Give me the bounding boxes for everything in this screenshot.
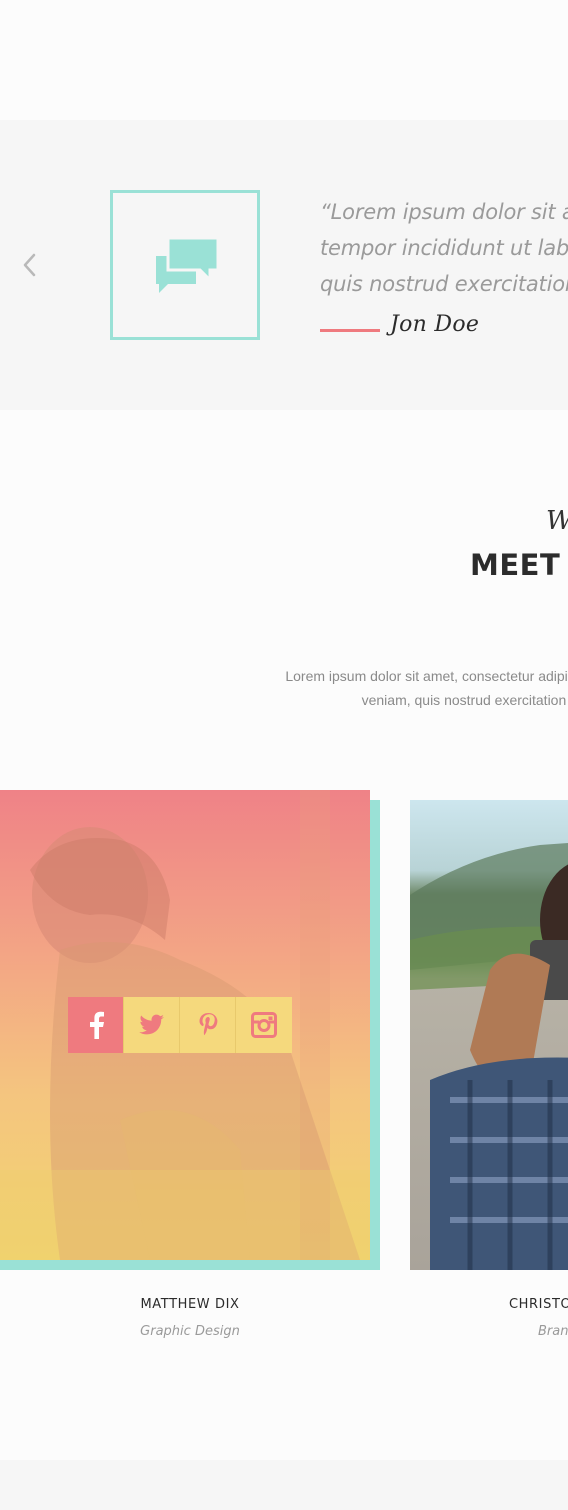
testimonial-author: Jon Doe — [390, 312, 480, 337]
member-name: MATTHEW DIX — [140, 1297, 240, 1312]
pinterest-icon — [199, 1013, 217, 1036]
description-line: Lorem ipsum dolor sit amet, consectetur … — [285, 668, 568, 684]
facebook-icon — [89, 1011, 104, 1039]
facebook-button[interactable] — [68, 997, 124, 1053]
instagram-icon — [251, 1012, 277, 1038]
member-role: Brand — [538, 1324, 568, 1339]
description-line: veniam, quis nostrud exercitation ullamc… — [361, 692, 568, 708]
member-photo[interactable] — [410, 800, 568, 1270]
twitter-icon — [138, 1014, 164, 1035]
quote-line: “Lorem ipsum dolor sit am — [320, 200, 568, 224]
author-divider — [320, 329, 380, 332]
quote-line: tempor incididunt ut labo — [320, 236, 568, 260]
chat-bubbles-icon — [156, 236, 218, 293]
social-links — [68, 997, 292, 1053]
testimonial-quote: “Lorem ipsum dolor sit am tempor incidid… — [320, 194, 568, 302]
section-description: Lorem ipsum dolor sit amet, consectetur … — [0, 664, 568, 712]
twitter-button[interactable] — [124, 997, 180, 1053]
quote-line: quis nostrud exercitation. — [320, 272, 568, 296]
top-spacer — [0, 0, 568, 120]
photographer-silhouette — [410, 843, 568, 1270]
chevron-left-icon[interactable] — [20, 252, 40, 278]
pinterest-button[interactable] — [180, 997, 236, 1053]
section-title: MEET O — [470, 548, 568, 582]
next-section-band — [0, 1460, 568, 1510]
testimonial-section: “Lorem ipsum dolor sit am tempor incidid… — [0, 120, 568, 410]
instagram-button[interactable] — [236, 997, 292, 1053]
member-role: Graphic Design — [140, 1324, 240, 1339]
section-eyebrow: W — [546, 506, 568, 536]
quote-icon-box — [110, 190, 260, 340]
member-name: CHRISTO — [509, 1297, 568, 1312]
team-section: W MEET O Lorem ipsum dolor sit amet, con… — [0, 410, 568, 1460]
